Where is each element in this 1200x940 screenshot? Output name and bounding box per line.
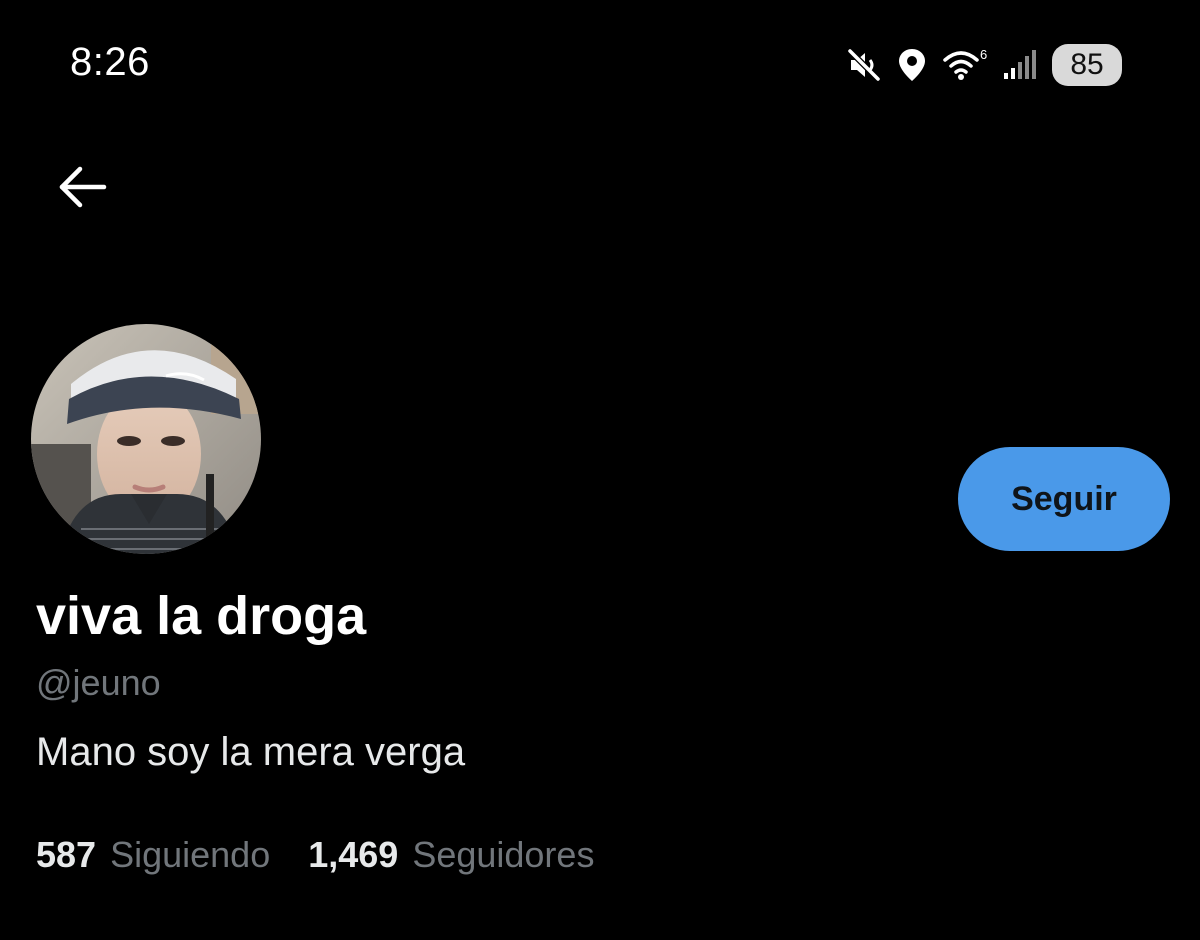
profile-stats: 587 Siguiendo 1,469 Seguidores [36,834,632,876]
signal-icon [1002,47,1038,83]
handle: @jeuno [36,662,161,703]
avatar-image [31,324,261,554]
follow-button[interactable]: Seguir [958,447,1170,551]
wifi-icon: 6 [942,47,988,83]
following-label: Siguiendo [110,834,271,875]
following-count: 587 [36,834,97,875]
followers-count: 1,469 [308,834,399,875]
status-time: 8:26 [70,40,150,84]
battery-level: 85 [1070,48,1104,81]
avatar[interactable] [28,321,264,557]
back-arrow-icon [59,166,107,208]
svg-text:6: 6 [980,47,987,62]
display-name: viva la droga [36,586,367,646]
battery-icon: 85 [1052,44,1122,86]
location-icon [896,47,928,83]
back-button[interactable] [50,155,114,219]
status-icons: 6 85 [832,44,1122,86]
following-stat[interactable]: 587 Siguiendo [36,834,270,876]
followers-label: Seguidores [412,834,595,875]
mute-icon [846,47,882,83]
bio: Mano soy la mera verga [36,730,466,774]
followers-stat[interactable]: 1,469 Seguidores [308,834,594,876]
status-bar: 8:26 6 85 [0,0,1200,130]
